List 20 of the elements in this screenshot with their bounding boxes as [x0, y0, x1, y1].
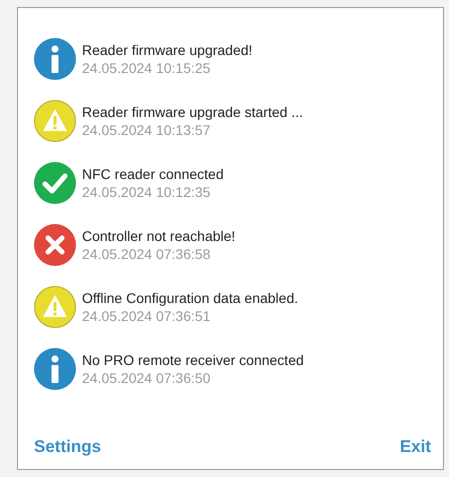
- notification-message: NFC reader connected: [82, 165, 224, 183]
- exit-link[interactable]: Exit: [400, 434, 431, 459]
- error-icon: [34, 224, 76, 266]
- notification-message: Controller not reachable!: [82, 227, 236, 245]
- checkmark-icon: [34, 162, 76, 204]
- notification-message: Reader firmware upgraded!: [82, 41, 252, 59]
- notification-message: Offline Configuration data enabled.: [82, 289, 298, 307]
- info-icon: [34, 38, 76, 80]
- notification-time: 24.05.2024 10:15:25: [82, 59, 212, 77]
- warning-icon: [34, 100, 76, 142]
- warning-icon: [34, 286, 76, 328]
- notification-time: 24.05.2024 07:36:50: [82, 369, 212, 387]
- notification-time: 24.05.2024 10:12:35: [82, 183, 212, 201]
- notification-message: No PRO remote receiver connected: [82, 351, 304, 369]
- notification-time: 24.05.2024 10:13:57: [82, 121, 212, 139]
- info-icon: [34, 348, 76, 390]
- notification-time: 24.05.2024 07:36:51: [82, 307, 212, 325]
- settings-link[interactable]: Settings: [34, 434, 102, 459]
- notification-time: 24.05.2024 07:36:58: [82, 245, 212, 263]
- notification-message: Reader firmware upgrade started ...: [82, 103, 303, 121]
